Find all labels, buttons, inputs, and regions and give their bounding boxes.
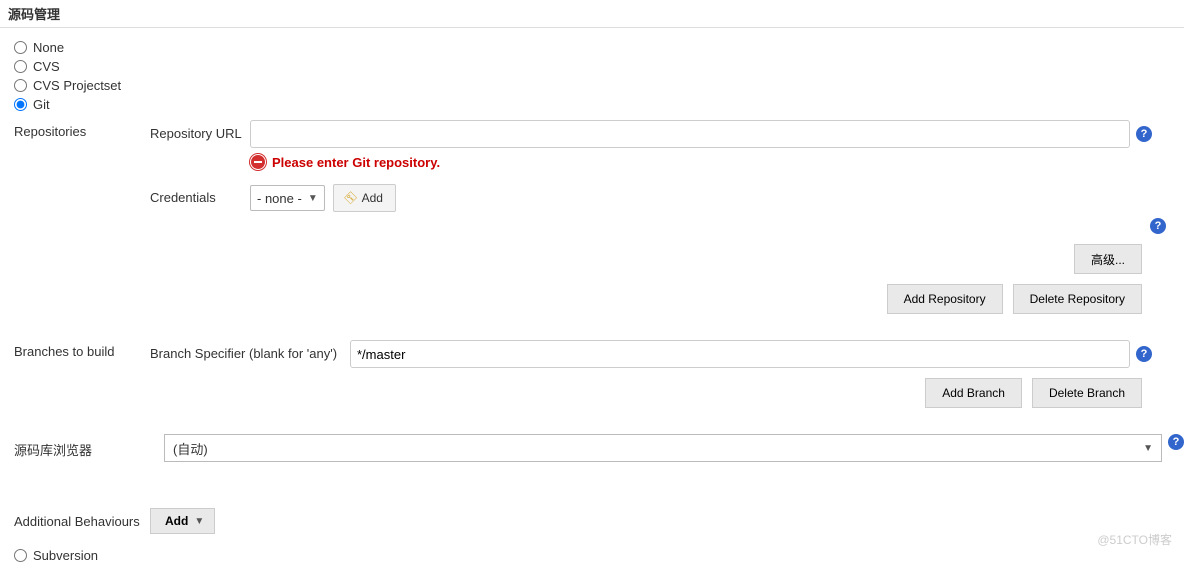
repository-url-label: Repository URL (150, 120, 250, 141)
section-title: 源码管理 (0, 0, 1184, 28)
delete-repository-button[interactable]: Delete Repository (1013, 284, 1142, 314)
help-icon[interactable]: ? (1136, 126, 1152, 142)
credentials-label: Credentials (150, 184, 250, 205)
repo-error-text: Please enter Git repository. (272, 155, 440, 170)
key-icon: ⚿ (342, 189, 360, 207)
chevron-down-icon: ▼ (1143, 443, 1153, 454)
scm-subversion-label: Subversion (33, 548, 98, 563)
help-icon[interactable]: ? (1136, 346, 1152, 362)
error-icon (250, 154, 266, 170)
scm-git-label: Git (33, 97, 50, 112)
repo-browser-selected: (自动) (173, 439, 208, 458)
help-icon[interactable]: ? (1168, 434, 1184, 450)
scm-cvs-label: CVS (33, 59, 60, 74)
add-behaviour-label: Add (165, 514, 188, 528)
scm-none-radio[interactable] (14, 41, 27, 54)
scm-cvs-projectset-radio[interactable] (14, 79, 27, 92)
delete-branch-button[interactable]: Delete Branch (1032, 378, 1142, 408)
advanced-button[interactable]: 高级... (1074, 244, 1142, 274)
repositories-label: Repositories (0, 120, 150, 139)
repository-url-input[interactable] (250, 120, 1130, 148)
additional-behaviours-label: Additional Behaviours (0, 514, 150, 529)
credentials-selected: - none - (257, 191, 302, 206)
help-icon[interactable]: ? (1150, 218, 1166, 234)
repo-browser-select[interactable]: (自动) ▼ (164, 434, 1162, 462)
chevron-down-icon: ▼ (308, 193, 318, 204)
add-credentials-button[interactable]: ⚿ Add (333, 184, 396, 212)
branch-specifier-label: Branch Specifier (blank for 'any') (150, 340, 350, 361)
repo-error-line: Please enter Git repository. (250, 154, 1174, 170)
spacer-left (0, 184, 150, 188)
credentials-select[interactable]: - none - ▼ (250, 185, 325, 211)
scm-radio-group: None CVS CVS Projectset Git (0, 38, 1184, 114)
add-branch-button[interactable]: Add Branch (925, 378, 1022, 408)
scm-none-label: None (33, 40, 64, 55)
scm-cvs-radio[interactable] (14, 60, 27, 73)
chevron-down-icon: ▼ (194, 516, 204, 527)
add-repository-button[interactable]: Add Repository (887, 284, 1003, 314)
scm-subversion-radio[interactable] (14, 549, 27, 562)
scm-cvs-projectset-label: CVS Projectset (33, 78, 121, 93)
add-credentials-label: Add (362, 191, 383, 205)
branch-specifier-input[interactable] (350, 340, 1130, 368)
repo-browser-label: 源码库浏览器 (0, 434, 164, 459)
watermark: @51CTO博客 (1097, 531, 1172, 548)
branches-to-build-label: Branches to build (0, 340, 150, 359)
scm-git-radio[interactable] (14, 98, 27, 111)
add-behaviour-button[interactable]: Add ▼ (150, 508, 215, 534)
